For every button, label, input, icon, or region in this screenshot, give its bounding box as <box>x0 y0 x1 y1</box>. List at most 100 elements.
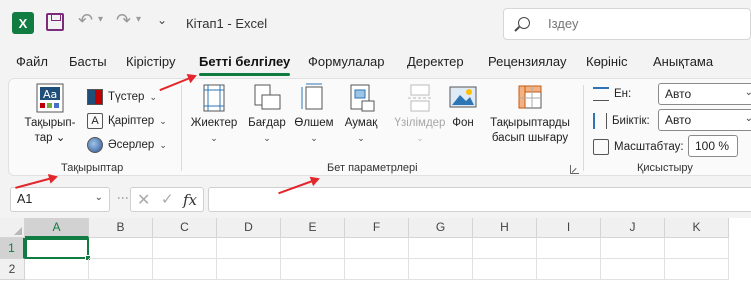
print-titles-label: Тақырыптарды басып шығару <box>490 117 570 144</box>
cell[interactable] <box>537 238 601 259</box>
page-setup-launcher-icon[interactable] <box>570 165 579 174</box>
cell[interactable] <box>281 238 345 259</box>
column-header[interactable]: H <box>473 218 537 238</box>
cell[interactable] <box>473 259 537 280</box>
print-titles-button[interactable]: Тақырыптарды басып шығару <box>485 83 575 146</box>
breaks-button[interactable]: Үзілімдер ⌄ <box>389 83 451 146</box>
tab-help[interactable]: Анықтама <box>653 54 713 69</box>
name-box[interactable]: A1 ⌄ <box>10 187 110 212</box>
print-area-button[interactable]: Аумақ ⌄ <box>339 83 383 146</box>
effects-button[interactable]: Әсерлер ⌄ <box>87 137 167 153</box>
cell[interactable] <box>409 259 473 280</box>
search-box[interactable] <box>503 8 751 40</box>
redo-icon[interactable]: ↷ <box>116 10 131 31</box>
select-all-button[interactable] <box>0 218 25 238</box>
save-icon[interactable] <box>46 13 64 31</box>
column-header[interactable]: G <box>409 218 473 238</box>
row-header[interactable]: 2 <box>0 259 25 280</box>
chevron-down-icon: ⌄ <box>149 91 158 102</box>
cell[interactable] <box>409 238 473 259</box>
orientation-button[interactable]: Бағдар ⌄ <box>245 83 289 146</box>
formula-input[interactable] <box>208 187 751 212</box>
scale-spinner[interactable]: 100 % <box>688 135 738 157</box>
insert-function-icon[interactable]: fx <box>183 191 197 209</box>
cell[interactable] <box>217 238 281 259</box>
cell[interactable] <box>345 238 409 259</box>
fonts-label: Қаріптер <box>108 115 155 127</box>
column-header[interactable]: J <box>601 218 665 238</box>
cell[interactable] <box>153 259 217 280</box>
column-header[interactable]: I <box>537 218 601 238</box>
chevron-down-icon: ⌄ <box>159 115 167 126</box>
height-value: Авто <box>665 113 692 127</box>
group-separator <box>181 85 182 171</box>
cell[interactable] <box>89 259 153 280</box>
more-icon[interactable]: ⋮ <box>116 192 130 203</box>
active-cell[interactable] <box>25 238 91 261</box>
column-header[interactable]: C <box>153 218 217 238</box>
height-dropdown[interactable]: Авто ⌄ <box>658 109 751 131</box>
worksheet-grid: ABCDEFGHIJK 12 <box>0 218 751 287</box>
tab-page-layout[interactable]: Бетті белгілеу <box>199 54 291 76</box>
tab-data[interactable]: Деректер <box>407 54 464 69</box>
search-input[interactable] <box>548 16 728 31</box>
cell[interactable] <box>537 259 601 280</box>
cell[interactable] <box>25 259 89 280</box>
background-label: Фон <box>452 117 474 129</box>
cell[interactable] <box>665 259 729 280</box>
customize-qat-icon[interactable]: ⌄ <box>157 13 167 27</box>
group-label-page-setup: Бет параметрлері <box>327 162 418 174</box>
scale-label-row: Масштабтау: <box>593 139 684 155</box>
tab-home[interactable]: Басты <box>69 54 107 69</box>
tab-insert[interactable]: Кірістіру <box>126 54 176 69</box>
colors-button[interactable]: Түстер ⌄ <box>87 89 157 105</box>
breaks-label: Үзілімдер <box>394 117 446 129</box>
cell[interactable] <box>345 259 409 280</box>
ribbon: Aa Тақырып-тар ⌄ Түстер ⌄ A Қаріптер ⌄ Ә… <box>8 78 751 176</box>
colors-label: Түстер <box>108 91 145 103</box>
size-button[interactable]: Өлшем ⌄ <box>292 83 336 146</box>
column-header[interactable]: D <box>217 218 281 238</box>
redo-dropdown-icon[interactable]: ▾ <box>136 14 141 25</box>
height-label: Биіктік: <box>612 115 650 127</box>
height-label-row: Биіктік: <box>593 113 650 129</box>
margins-icon <box>199 83 229 113</box>
cell[interactable] <box>153 238 217 259</box>
width-value: Авто <box>665 87 692 101</box>
group-label-themes: Тақырыптар <box>61 162 124 174</box>
background-button[interactable]: Фон <box>447 83 479 131</box>
tab-file[interactable]: Файл <box>16 54 48 69</box>
size-label: Өлшем <box>294 117 334 129</box>
margins-button[interactable]: Жиектер ⌄ <box>189 83 239 146</box>
cell[interactable] <box>665 238 729 259</box>
themes-button[interactable]: Aa Тақырып-тар ⌄ <box>19 83 81 146</box>
column-header[interactable]: B <box>89 218 153 238</box>
formula-buttons: ✕ ✓ fx <box>130 187 204 212</box>
row-header[interactable]: 1 <box>0 238 25 259</box>
column-header[interactable]: F <box>345 218 409 238</box>
column-header[interactable]: A <box>25 218 89 238</box>
tab-review[interactable]: Рецензиялау <box>488 54 566 69</box>
cell[interactable] <box>601 238 665 259</box>
ribbon-tabs: Файл Басты Кірістіру Бетті белгілеу Форм… <box>0 50 751 76</box>
fonts-button[interactable]: A Қаріптер ⌄ <box>87 113 167 129</box>
cell[interactable] <box>217 259 281 280</box>
height-icon <box>593 113 607 129</box>
undo-icon[interactable]: ↶ <box>78 10 93 31</box>
cell[interactable] <box>473 238 537 259</box>
undo-dropdown-icon[interactable]: ▾ <box>98 14 103 25</box>
column-header[interactable]: E <box>281 218 345 238</box>
cell[interactable] <box>601 259 665 280</box>
chevron-down-icon: ⌄ <box>263 133 271 143</box>
tab-view[interactable]: Көрініс <box>586 54 628 69</box>
width-dropdown[interactable]: Авто ⌄ <box>658 83 751 105</box>
svg-text:Aa: Aa <box>43 88 57 101</box>
column-header[interactable]: K <box>665 218 729 238</box>
cell[interactable] <box>89 238 153 259</box>
cancel-icon[interactable]: ✕ <box>137 190 150 210</box>
enter-icon[interactable]: ✓ <box>161 190 174 208</box>
cell[interactable] <box>281 259 345 280</box>
group-label-scale-to-fit: Қисыстыру <box>637 162 693 174</box>
effects-label: Әсерлер <box>108 139 155 151</box>
tab-formulas[interactable]: Формулалар <box>308 54 385 69</box>
